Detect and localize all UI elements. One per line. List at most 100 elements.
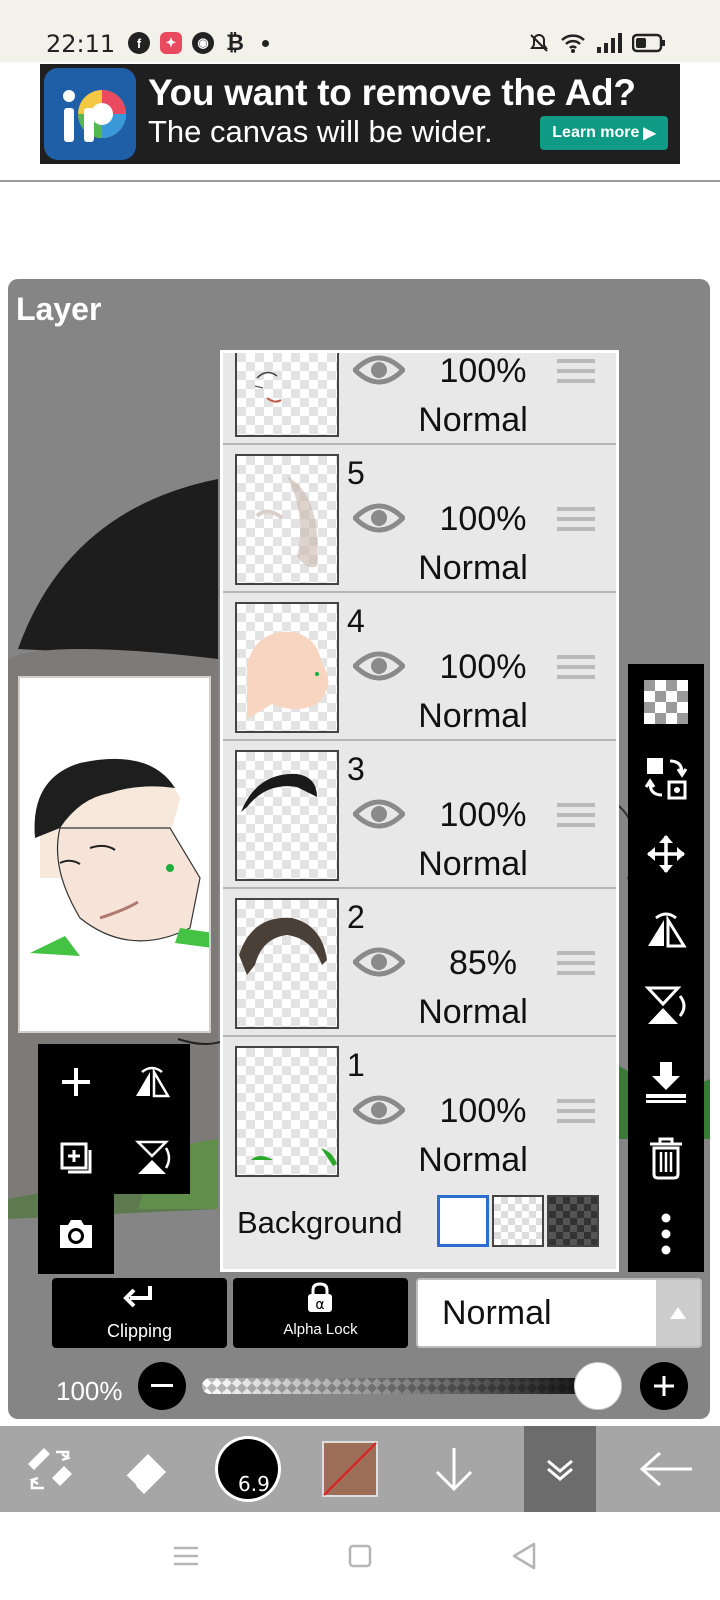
visibility-toggle[interactable] <box>351 648 407 689</box>
background-white-option[interactable] <box>437 1195 489 1247</box>
layer-opacity: 100% <box>439 1092 527 1130</box>
current-color-swatch <box>322 1441 378 1497</box>
down-arrow-button[interactable] <box>404 1426 504 1512</box>
flip-vertical-icon <box>644 986 686 1024</box>
bottom-toolbar: 6.9 <box>0 1426 720 1512</box>
background-transparent-option[interactable] <box>492 1195 544 1247</box>
opacity-slider-thumb[interactable] <box>574 1362 622 1410</box>
layer-opacity: 100% <box>439 648 527 686</box>
layer-opacity: 100% <box>439 500 527 538</box>
battery-icon <box>632 33 665 53</box>
clipping-button[interactable]: Clipping <box>52 1278 227 1348</box>
messenger-icon: ✦ <box>160 32 182 54</box>
layer-thumbnail <box>235 602 339 733</box>
swap-layers-button[interactable] <box>628 740 704 816</box>
layer-row[interactable]: 1 100% Normal <box>223 1037 616 1185</box>
drag-handle-icon[interactable] <box>557 507 595 537</box>
camera-import-button[interactable] <box>38 1196 114 1272</box>
layer-panel-button[interactable] <box>524 1426 596 1512</box>
merge-down-icon <box>646 1062 686 1103</box>
alpha-lock-button[interactable]: α Alpha Lock <box>233 1278 408 1348</box>
home-button[interactable] <box>340 1536 380 1576</box>
layer-opacity: 100% <box>439 796 527 834</box>
visibility-toggle[interactable] <box>351 1092 407 1133</box>
brush-size-button[interactable]: 6.9 <box>198 1426 298 1512</box>
layer-opacity: 100% <box>439 352 527 390</box>
merge-down-button[interactable] <box>628 1044 704 1120</box>
more-options-button[interactable] <box>628 1196 704 1272</box>
visibility-toggle[interactable] <box>351 796 407 837</box>
plus-icon <box>654 1376 674 1396</box>
layer-row[interactable]: 100% Normal <box>223 352 616 445</box>
opacity-decrease-button[interactable] <box>138 1362 186 1410</box>
blend-mode-select[interactable]: Normal <box>416 1278 702 1348</box>
flip-horizontal-icon <box>648 912 687 948</box>
layer-blend-mode: Normal <box>418 845 528 883</box>
layer-list[interactable]: 100% Normal 5 100% Normal 4 100% Normal … <box>220 350 619 1272</box>
layer-row[interactable]: 3 100% Normal <box>223 741 616 889</box>
ad-banner[interactable]: You want to remove the Ad? The canvas wi… <box>40 64 680 164</box>
eye-icon <box>351 503 407 533</box>
ad-subtitle: The canvas will be wider. <box>148 114 493 149</box>
preview-image <box>20 758 209 963</box>
dot-icon <box>262 39 269 47</box>
opacity-slider-track[interactable] <box>202 1378 622 1394</box>
notification-icons: f ✦ ◉ ₿ <box>128 30 269 55</box>
tool-select-button[interactable] <box>0 1426 100 1512</box>
menu-lines-icon <box>174 1546 198 1566</box>
signal-icon <box>597 33 622 53</box>
color-button[interactable] <box>300 1426 400 1512</box>
flip-vertical-layer-button[interactable] <box>114 1120 190 1196</box>
drag-handle-icon[interactable] <box>557 359 595 389</box>
duplicate-layer-button[interactable] <box>38 1120 114 1196</box>
layer-blend-mode: Normal <box>418 993 528 1031</box>
layer-row[interactable]: 5 100% Normal <box>223 445 616 593</box>
visibility-toggle[interactable] <box>351 500 407 541</box>
drag-handle-icon[interactable] <box>557 951 595 981</box>
chevrons-down-icon <box>547 1459 573 1481</box>
layer-number: 1 <box>347 1047 365 1083</box>
play-arrow-icon: ▶ <box>643 125 656 142</box>
flip-vertical-button[interactable] <box>628 968 704 1044</box>
eye-icon <box>351 947 407 977</box>
layer-row[interactable]: 2 85% Normal <box>223 889 616 1037</box>
layer-thumbnail <box>235 353 339 437</box>
blend-mode-value: Normal <box>442 1294 552 1332</box>
add-layer-button[interactable] <box>38 1044 114 1120</box>
blend-mode-arrow[interactable] <box>656 1280 700 1346</box>
flip-horizontal-icon <box>136 1066 171 1098</box>
transparency-button[interactable] <box>628 664 704 740</box>
learn-more-button[interactable]: Learn more ▶ <box>540 116 668 150</box>
layer-row[interactable]: 4 100% Normal <box>223 593 616 741</box>
background-dark-option[interactable] <box>547 1195 599 1247</box>
layer-blend-mode: Normal <box>418 1141 528 1179</box>
plus-icon <box>62 1068 90 1096</box>
background-row: Background <box>223 1181 616 1269</box>
layer-number: 2 <box>347 899 365 935</box>
background-label: Background <box>237 1205 403 1240</box>
layer-thumbnail <box>235 898 339 1029</box>
flip-horizontal-button[interactable] <box>628 892 704 968</box>
eraser-button[interactable] <box>96 1426 196 1512</box>
divider <box>0 180 720 182</box>
drag-handle-icon[interactable] <box>557 803 595 833</box>
move-button[interactable] <box>628 816 704 892</box>
trash-icon <box>650 1137 682 1180</box>
flip-horizontal-layer-button[interactable] <box>114 1044 190 1120</box>
status-time: 22:11 <box>46 30 116 58</box>
bell-muted-icon <box>530 33 548 52</box>
visibility-toggle[interactable] <box>351 944 407 985</box>
delete-layer-button[interactable] <box>628 1120 704 1196</box>
back-button[interactable] <box>616 1426 716 1512</box>
clipping-arrow-icon <box>123 1286 152 1308</box>
system-back-button[interactable] <box>504 1536 544 1576</box>
canvas-preview[interactable] <box>18 676 211 1033</box>
checker-icon <box>644 680 688 724</box>
eye-icon <box>351 1095 407 1125</box>
opacity-increase-button[interactable] <box>640 1362 688 1410</box>
minus-icon <box>151 1384 173 1387</box>
recent-apps-button[interactable] <box>166 1536 206 1576</box>
visibility-toggle[interactable] <box>351 353 407 393</box>
drag-handle-icon[interactable] <box>557 1099 595 1129</box>
drag-handle-icon[interactable] <box>557 655 595 685</box>
